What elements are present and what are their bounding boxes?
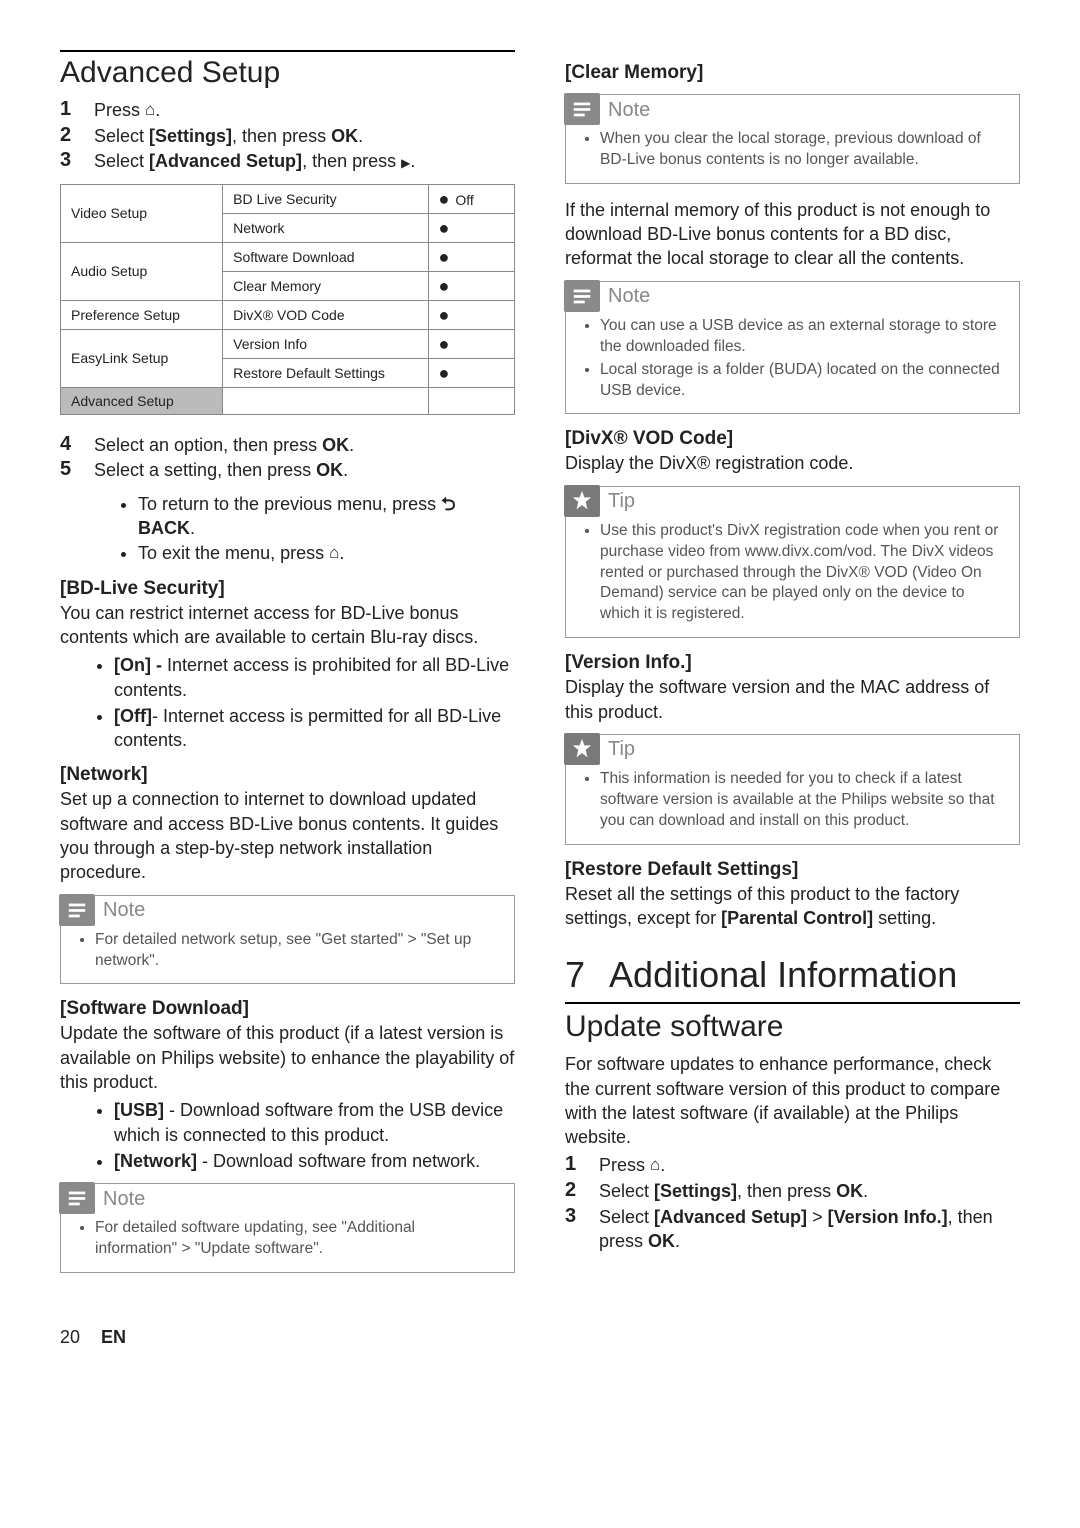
advanced-setup-heading: Advanced Setup: [60, 50, 515, 90]
back-icon: [441, 494, 455, 514]
bdlive-text: You can restrict internet access for BD-…: [60, 601, 515, 650]
steps-1-3: 1 Press ⌂. 2 Select [Settings], then pre…: [60, 98, 515, 174]
menu-preference-setup: Preference Setup: [61, 300, 223, 329]
steps-update: 1 Press ⌂. 2 Select [Settings], then pre…: [565, 1153, 1020, 1253]
note-icon: [59, 894, 95, 926]
swdl-text: Update the software of this product (if …: [60, 1021, 515, 1094]
option-divx-vod-code: DivX® VOD Code: [223, 300, 428, 329]
network-heading: [Network]: [60, 764, 515, 786]
note-icon: [564, 280, 600, 312]
clearmem-heading: [Clear Memory]: [565, 62, 1020, 84]
note-box-network: Note For detailed network setup, see "Ge…: [60, 895, 515, 985]
option-software-download: Software Download: [223, 242, 428, 271]
note-icon: [564, 93, 600, 125]
tip-icon: [564, 485, 600, 517]
chapter-heading: 7Additional Information: [565, 950, 1020, 996]
version-heading: [Version Info.]: [565, 652, 1020, 674]
restore-heading: [Restore Default Settings]: [565, 859, 1020, 881]
home-icon: ⌂: [145, 99, 155, 122]
swdl-list: [USB] - Download software from the USB d…: [114, 1098, 515, 1173]
language-code: EN: [101, 1327, 126, 1347]
option-clear-memory: Clear Memory: [223, 271, 428, 300]
menu-audio-setup: Audio Setup: [61, 242, 223, 300]
network-text: Set up a connection to internet to downl…: [60, 787, 515, 884]
update-software-text: For software updates to enhance performa…: [565, 1052, 1020, 1149]
settings-menu-table: Video Setup BD Live Security ●Off Networ…: [60, 184, 515, 415]
update-software-heading: Update software: [565, 1002, 1020, 1044]
play-icon: [401, 151, 410, 171]
bdlive-heading: [BD-Live Security]: [60, 578, 515, 600]
option-bd-live-security: BD Live Security: [223, 184, 428, 213]
left-column: Advanced Setup 1 Press ⌂. 2 Select [Sett…: [60, 50, 515, 1287]
note-box-clearmem-1: Note When you clear the local storage, p…: [565, 94, 1020, 184]
divx-heading: [DivX® VOD Code]: [565, 428, 1020, 450]
restore-text: Reset all the settings of this product t…: [565, 882, 1020, 931]
note-box-swdl: Note For detailed software updating, see…: [60, 1183, 515, 1273]
tip-icon: [564, 733, 600, 765]
steps-4-5: 4 Select an option, then press OK. 5 Sel…: [60, 433, 515, 483]
clearmem-text: If the internal memory of this product i…: [565, 198, 1020, 271]
right-column: [Clear Memory] Note When you clear the l…: [565, 50, 1020, 1287]
option-restore-default: Restore Default Settings: [223, 358, 428, 387]
tip-box-version: Tip This information is needed for you t…: [565, 734, 1020, 845]
menu-advanced-setup: Advanced Setup: [61, 387, 223, 414]
option-version-info: Version Info: [223, 329, 428, 358]
page-footer: 20 EN: [60, 1327, 1020, 1348]
home-icon: ⌂: [650, 1154, 660, 1177]
tip-box-divx: Tip Use this product's DivX registration…: [565, 486, 1020, 639]
page: Advanced Setup 1 Press ⌂. 2 Select [Sett…: [60, 50, 1020, 1287]
divx-text: Display the DivX® registration code.: [565, 451, 1020, 475]
menu-easylink-setup: EasyLink Setup: [61, 329, 223, 387]
home-icon: ⌂: [329, 542, 339, 565]
menu-video-setup: Video Setup: [61, 184, 223, 242]
note-icon: [59, 1182, 95, 1214]
swdl-heading: [Software Download]: [60, 998, 515, 1020]
note-box-clearmem-2: Note You can use a USB device as an exte…: [565, 281, 1020, 415]
option-network: Network: [223, 213, 428, 242]
bdlive-list: [On] - Internet access is prohibited for…: [114, 653, 515, 752]
page-number: 20: [60, 1327, 80, 1347]
version-text: Display the software version and the MAC…: [565, 675, 1020, 724]
